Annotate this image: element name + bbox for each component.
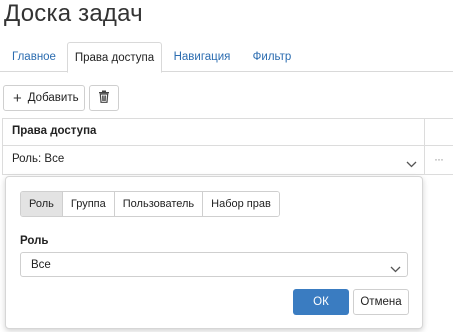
segment-permission-set[interactable]: Набор прав [202, 192, 279, 216]
grid-header: Права доступа [3, 119, 453, 146]
grid-header-cell: Права доступа [12, 125, 97, 137]
chevron-down-icon [390, 260, 401, 278]
role-field-label: Роль [20, 235, 49, 247]
segment-role[interactable]: Роль [21, 192, 62, 216]
cancel-button[interactable]: Отмена [353, 289, 409, 315]
role-select-value: Все [31, 259, 51, 271]
access-rights-grid: Права доступа Роль: Все ··· [2, 118, 453, 175]
table-row[interactable]: Роль: Все ··· [3, 147, 453, 175]
add-button[interactable]: + Добавить [3, 85, 85, 111]
delete-button[interactable] [89, 85, 119, 111]
segment-group[interactable]: Группа [61, 192, 114, 216]
plus-icon: + [13, 89, 22, 107]
tab-bar: Главное Права доступа Навигация Фильтр [0, 42, 453, 73]
tab-filter[interactable]: Фильтр [244, 42, 300, 72]
page-title: Доска задач [4, 0, 143, 27]
tab-access-rights[interactable]: Права доступа [67, 42, 162, 73]
tab-main[interactable]: Главное [4, 42, 64, 72]
access-rights-popup: Роль Группа Пользователь Набор прав Роль… [5, 176, 423, 329]
grid-row-value: Роль: Все [12, 153, 65, 165]
add-button-label: Добавить [27, 92, 79, 104]
tab-navigation[interactable]: Навигация [168, 42, 236, 72]
chevron-down-icon[interactable] [406, 155, 417, 173]
trash-icon [98, 90, 110, 106]
segment-user[interactable]: Пользователь [113, 192, 203, 216]
row-menu-icon[interactable]: ··· [434, 152, 444, 166]
role-select[interactable]: Все [20, 252, 408, 277]
ok-button[interactable]: ОК [293, 289, 349, 315]
subject-type-selector: Роль Группа Пользователь Набор прав [20, 191, 280, 217]
